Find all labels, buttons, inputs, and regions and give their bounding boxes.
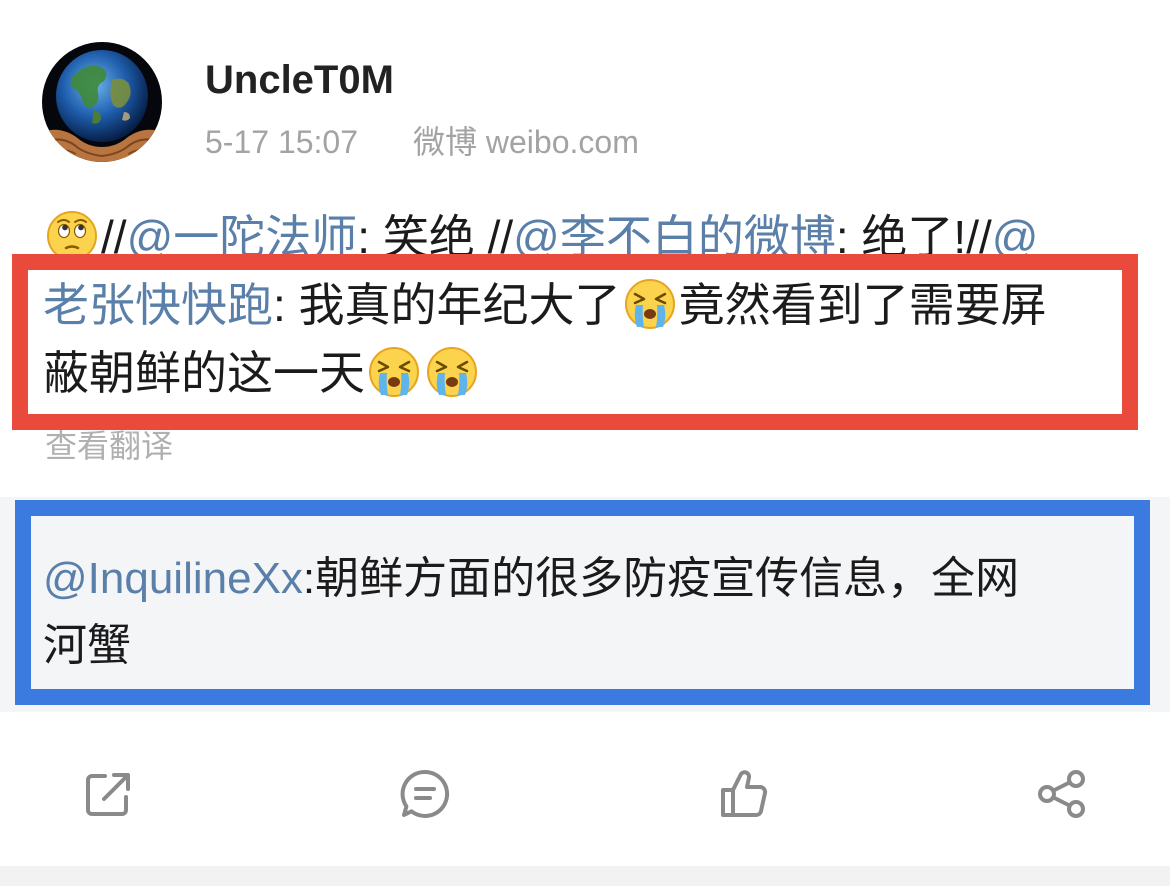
like-icon — [721, 770, 768, 817]
comment-icon — [400, 769, 450, 818]
like-button[interactable] — [718, 768, 770, 820]
share-button[interactable] — [1036, 768, 1088, 820]
view-translation-link[interactable]: 查看翻译 — [45, 426, 173, 466]
action-bar — [0, 768, 1170, 820]
earth-in-hands-avatar-image — [42, 42, 162, 162]
user-avatar[interactable] — [42, 42, 162, 162]
red-highlight-box — [12, 254, 1138, 430]
post-timestamp: 5-17 15:07 — [205, 124, 359, 160]
post-source: 微博 weibo.com — [413, 124, 639, 160]
share-icon — [1038, 770, 1085, 818]
comment-button[interactable] — [399, 768, 451, 820]
repost-icon — [86, 773, 130, 816]
bottom-divider — [0, 866, 1170, 886]
blue-highlight-box — [15, 500, 1150, 705]
username[interactable]: UncleT0M — [205, 56, 394, 104]
repost-button[interactable] — [83, 768, 135, 820]
